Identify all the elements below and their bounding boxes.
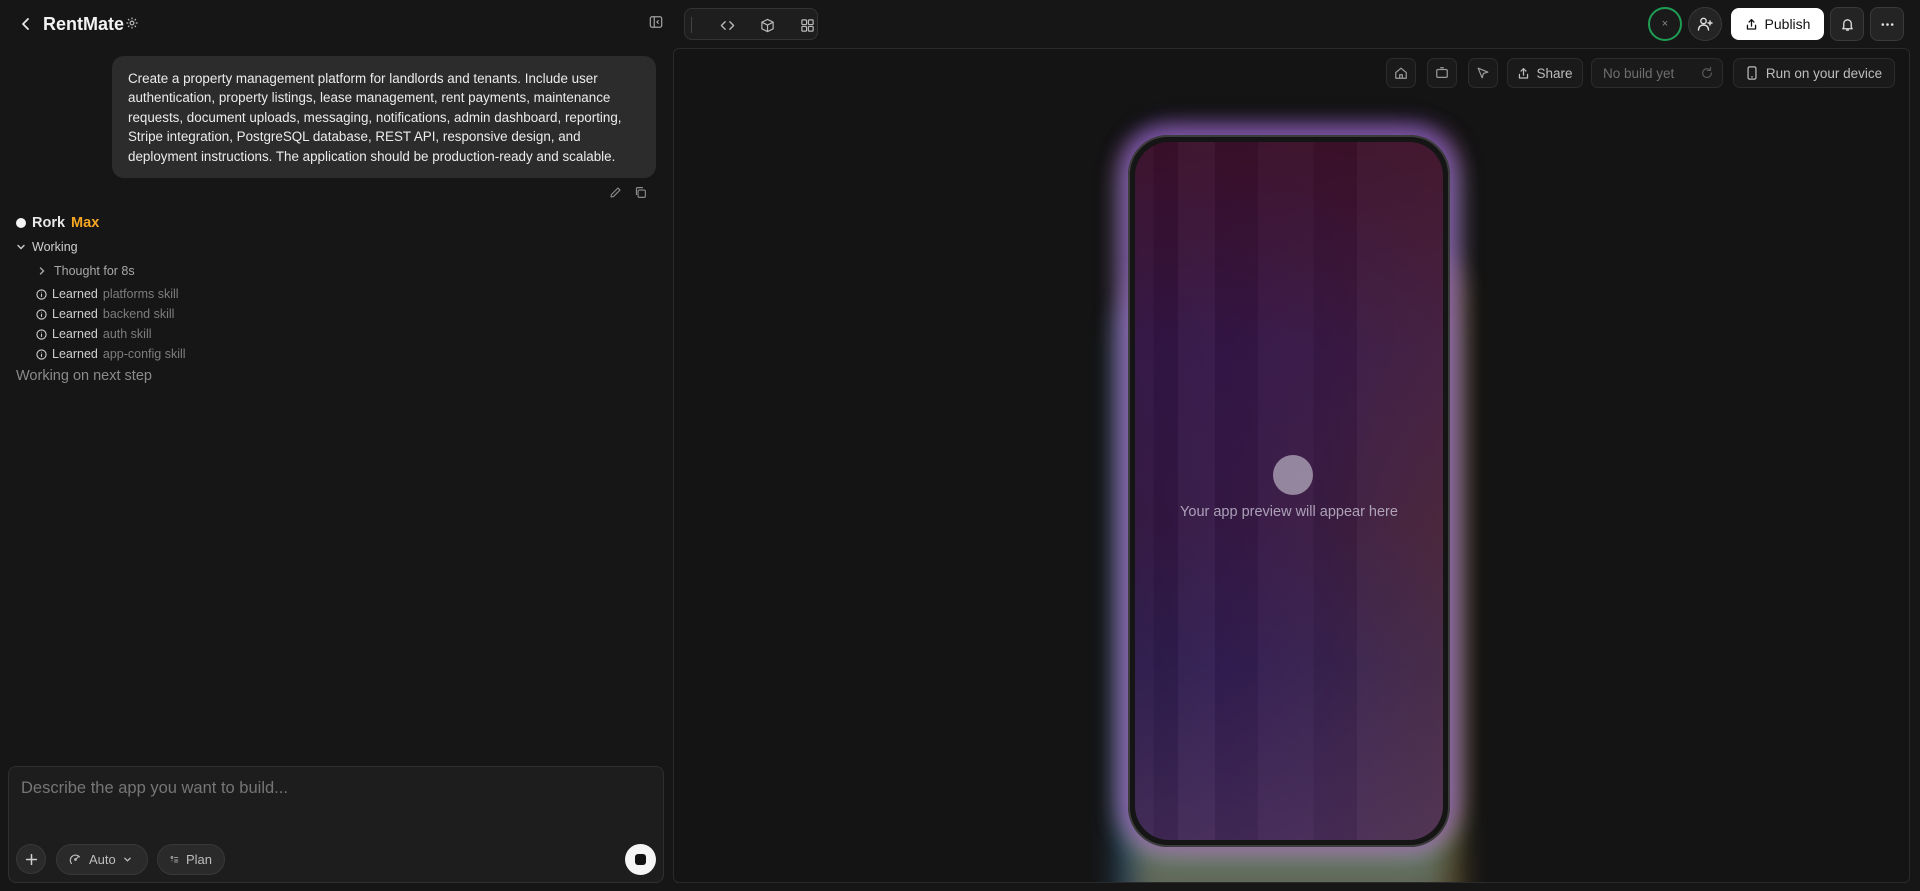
view-switcher	[684, 8, 818, 40]
app-title: RentMate	[43, 14, 125, 34]
pencil-icon	[610, 187, 621, 198]
gear-icon	[126, 17, 138, 29]
skill-item: Learned app-config skill	[36, 344, 186, 364]
refresh-icon	[1702, 66, 1712, 79]
add-attachment-button[interactable]	[16, 844, 46, 874]
share-button[interactable]: Share	[1507, 58, 1583, 88]
device-rotate-icon	[1436, 67, 1448, 78]
rotate-device-button[interactable]	[1427, 58, 1457, 88]
add-user-icon	[1697, 17, 1713, 31]
share-icon	[1519, 67, 1529, 79]
skill-item: Learned auth skill	[36, 324, 186, 344]
skill-name: platforms skill	[102, 287, 179, 301]
list-icon	[170, 856, 179, 863]
grid-icon	[800, 18, 814, 32]
more-options-button[interactable]	[1870, 7, 1904, 41]
thought-toggle[interactable]: Thought for 8s	[37, 264, 135, 278]
sidebar-collapse-icon	[649, 16, 663, 28]
code-view-button[interactable]	[716, 15, 738, 35]
cursor-pointer-icon	[1477, 67, 1489, 79]
home-button[interactable]	[1386, 58, 1416, 88]
mode-icon	[69, 854, 81, 865]
skill-info-icon	[36, 348, 47, 360]
collapse-sidebar-button[interactable]	[649, 15, 663, 29]
preview-panel: Share No build yet Run on your device Yo…	[673, 48, 1910, 883]
preview-toolbar: Share No build yet Run on your device	[674, 58, 1909, 88]
skill-name: backend skill	[102, 307, 175, 321]
loading-indicator	[1273, 455, 1313, 495]
bell-icon	[1841, 18, 1853, 31]
view-switcher-divider	[691, 17, 692, 33]
build-status-text: No build yet	[1603, 65, 1675, 81]
copy-message-button[interactable]	[634, 186, 647, 199]
refresh-build-button[interactable]	[1700, 66, 1714, 80]
mode-select[interactable]: Auto	[56, 844, 148, 875]
stop-generation-button[interactable]	[625, 844, 656, 875]
mode-label: Auto	[89, 852, 116, 867]
home-icon	[1395, 67, 1407, 79]
skills-list: Learned platforms skill Learned backend …	[36, 284, 186, 364]
more-horizontal-icon	[1881, 22, 1893, 26]
preview-placeholder-text: Your app preview will appear here	[1180, 504, 1398, 520]
skill-info-icon	[36, 308, 47, 320]
agent-status-dot	[16, 218, 26, 228]
learned-label: Learned	[52, 307, 98, 321]
phone-icon	[1747, 66, 1757, 80]
working-label: Working	[32, 240, 78, 254]
chat-pane: RentMate Create a property management pl…	[0, 0, 672, 891]
phone-frame: Your app preview will appear here	[1128, 135, 1450, 847]
code-icon	[720, 20, 734, 30]
agent-name: Rork Max	[16, 215, 99, 231]
composer: Auto Plan	[8, 766, 664, 883]
learned-label: Learned	[52, 327, 98, 341]
skill-name: app-config skill	[102, 347, 186, 361]
chat-header: RentMate	[0, 0, 672, 48]
back-button[interactable]	[14, 12, 38, 36]
project-settings-button[interactable]	[125, 16, 139, 30]
working-toggle[interactable]: Working	[16, 240, 78, 254]
share-upload-icon	[1746, 18, 1756, 30]
edit-message-button[interactable]	[609, 186, 622, 199]
agent-name-primary: Rork	[32, 215, 66, 231]
build-status: No build yet	[1591, 58, 1723, 88]
chevron-down-icon	[123, 857, 131, 862]
publish-button[interactable]: Publish	[1731, 8, 1824, 40]
skill-info-icon	[36, 328, 47, 340]
phone-screen: Your app preview will appear here	[1135, 142, 1443, 840]
skill-item: Learned platforms skill	[36, 284, 186, 304]
plus-icon	[25, 853, 37, 865]
skill-name: auth skill	[102, 327, 152, 341]
learned-label: Learned	[52, 347, 98, 361]
chevron-left-icon	[22, 18, 29, 30]
skill-info-icon	[36, 288, 47, 300]
agent-name-secondary: Max	[71, 215, 100, 231]
skill-item: Learned backend skill	[36, 304, 186, 324]
user-message: Create a property management platform fo…	[112, 56, 656, 178]
notifications-button[interactable]	[1830, 7, 1864, 41]
run-on-device-button[interactable]: Run on your device	[1733, 58, 1895, 88]
stop-icon	[635, 854, 646, 865]
agent-status-text: Working on next step	[16, 368, 152, 384]
grid-view-button[interactable]	[796, 15, 818, 35]
plan-label: Plan	[185, 852, 212, 867]
invite-user-button[interactable]	[1688, 7, 1722, 41]
share-label: Share	[1536, 65, 1573, 81]
learned-label: Learned	[52, 287, 98, 301]
chevron-right-icon	[39, 267, 45, 275]
thought-label: Thought for 8s	[54, 264, 135, 278]
chevron-down-icon	[17, 244, 25, 250]
message-actions	[609, 186, 647, 199]
select-element-button[interactable]	[1468, 58, 1498, 88]
copy-icon	[635, 187, 646, 198]
run-on-device-label: Run on your device	[1765, 65, 1883, 81]
prompt-input[interactable]	[21, 779, 641, 819]
cube-icon	[760, 18, 774, 32]
connection-status-button[interactable]: ×	[1648, 7, 1682, 41]
plan-toggle[interactable]: Plan	[157, 844, 225, 875]
3d-view-button[interactable]	[756, 15, 778, 35]
publish-label: Publish	[1764, 16, 1811, 32]
